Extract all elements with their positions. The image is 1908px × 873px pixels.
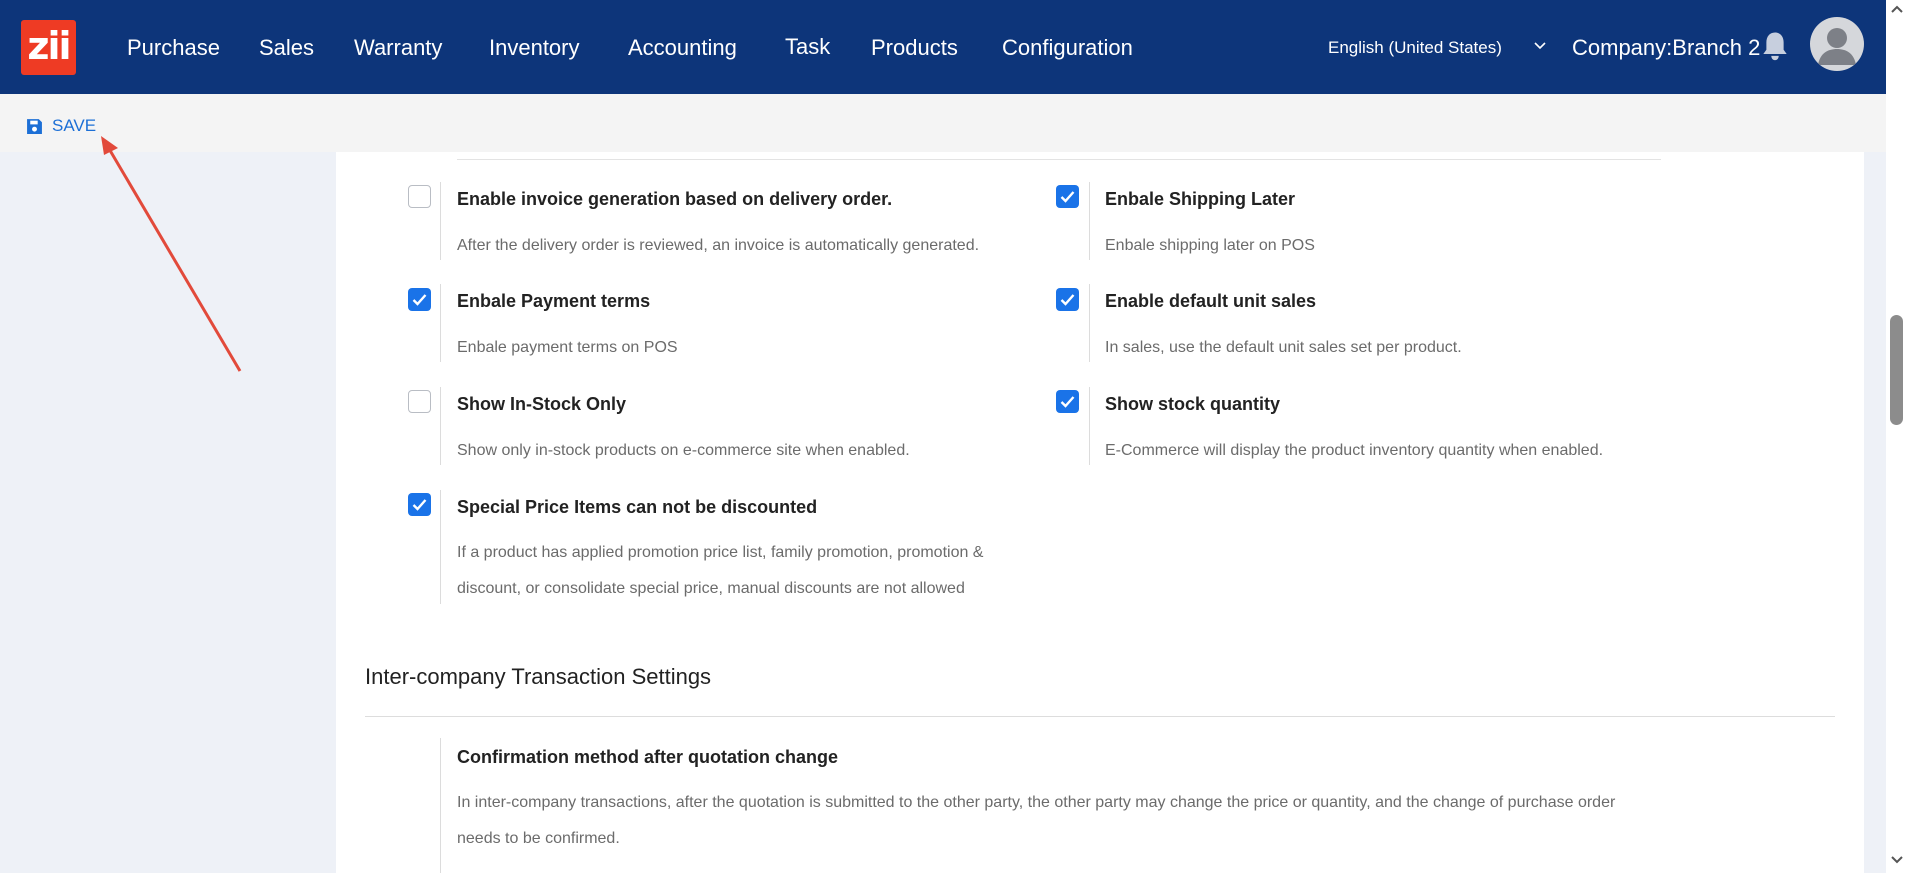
divider: [1089, 387, 1090, 465]
save-button[interactable]: SAVE: [26, 116, 96, 136]
setting-description-line-1: In inter-company transactions, after the…: [457, 794, 1616, 811]
checkbox-special-price-no-discount[interactable]: [408, 493, 431, 516]
checkbox-payment-terms[interactable]: [408, 288, 431, 311]
bell-icon[interactable]: [1760, 30, 1790, 62]
scroll-down-arrow[interactable]: [1890, 855, 1904, 865]
checkbox-invoice-by-delivery[interactable]: [408, 185, 431, 208]
setting-title: Show stock quantity: [1105, 394, 1281, 414]
chevron-down-icon[interactable]: [1534, 40, 1546, 52]
nav-configuration[interactable]: Configuration: [1002, 35, 1133, 61]
divider: [440, 738, 441, 873]
zii-logo[interactable]: zii: [21, 20, 76, 75]
check-icon: [1060, 294, 1075, 306]
scrollbar-thumb[interactable]: [1890, 315, 1903, 425]
setting-description-line-2: discount, or consolidate special price, …: [457, 580, 965, 597]
divider: [440, 490, 441, 604]
setting-description: Enbale payment terms on POS: [457, 339, 678, 356]
checkbox-in-stock-only[interactable]: [408, 390, 431, 413]
setting-title: Enbale Payment terms: [457, 291, 651, 311]
setting-title: Special Price Items can not be discounte…: [457, 497, 818, 517]
checkbox-shipping-later[interactable]: [1056, 185, 1079, 208]
setting-description: After the delivery order is reviewed, an…: [457, 237, 980, 254]
scrollbar[interactable]: [1886, 0, 1908, 873]
save-label: SAVE: [52, 116, 97, 135]
setting-description: Show only in-stock products on e-commerc…: [457, 442, 910, 459]
checkbox-default-unit-sales[interactable]: [1056, 288, 1079, 311]
check-icon: [1060, 396, 1075, 408]
section-title: Inter-company Transaction Settings: [365, 664, 712, 689]
check-icon: [412, 499, 427, 511]
nav-inventory[interactable]: Inventory: [489, 35, 580, 61]
divider: [1089, 284, 1090, 362]
top-navbar: zii Purchase Sales Warranty Inventory Ac…: [0, 0, 1886, 94]
setting-title: Enbale Shipping Later: [1105, 189, 1296, 209]
divider: [440, 387, 441, 465]
language-select[interactable]: English (United States): [1328, 38, 1502, 58]
check-icon: [412, 294, 427, 306]
company-branch-selector[interactable]: Company:Branch 2: [1572, 35, 1760, 61]
setting-description-line-2: needs to be confirmed.: [457, 830, 620, 847]
divider: [1089, 182, 1090, 260]
setting-title: Enable default unit sales: [1105, 291, 1317, 311]
setting-description: In sales, use the default unit sales set…: [1105, 339, 1462, 356]
setting-title: Enable invoice generation based on deliv…: [457, 189, 893, 209]
divider: [457, 159, 1661, 160]
nav-purchase[interactable]: Purchase: [127, 35, 220, 61]
checkbox-show-stock-quantity[interactable]: [1056, 390, 1079, 413]
setting-title: Confirmation method after quotation chan…: [457, 747, 838, 767]
avatar[interactable]: [1810, 17, 1864, 71]
setting-description: E-Commerce will display the product inve…: [1105, 442, 1604, 459]
user-icon: [1818, 28, 1856, 65]
divider: [440, 284, 441, 362]
check-icon: [1060, 191, 1075, 203]
setting-title: Show In-Stock Only: [457, 394, 627, 414]
divider: [365, 716, 1835, 717]
nav-warranty[interactable]: Warranty: [354, 35, 442, 61]
setting-description: Enbale shipping later on POS: [1105, 237, 1315, 254]
nav-task[interactable]: Task: [785, 34, 830, 60]
nav-products[interactable]: Products: [871, 35, 958, 61]
action-toolbar: SAVE: [0, 94, 1886, 152]
setting-description-line-1: If a product has applied promotion price…: [457, 544, 984, 561]
settings-panel: Enable invoice generation based on deliv…: [336, 152, 1864, 873]
divider: [440, 182, 441, 260]
floppy-disk-icon: [27, 118, 42, 134]
scroll-up-arrow[interactable]: [1890, 4, 1904, 14]
logo-text: zii: [27, 24, 71, 68]
nav-sales[interactable]: Sales: [259, 35, 314, 61]
nav-accounting[interactable]: Accounting: [628, 35, 737, 61]
